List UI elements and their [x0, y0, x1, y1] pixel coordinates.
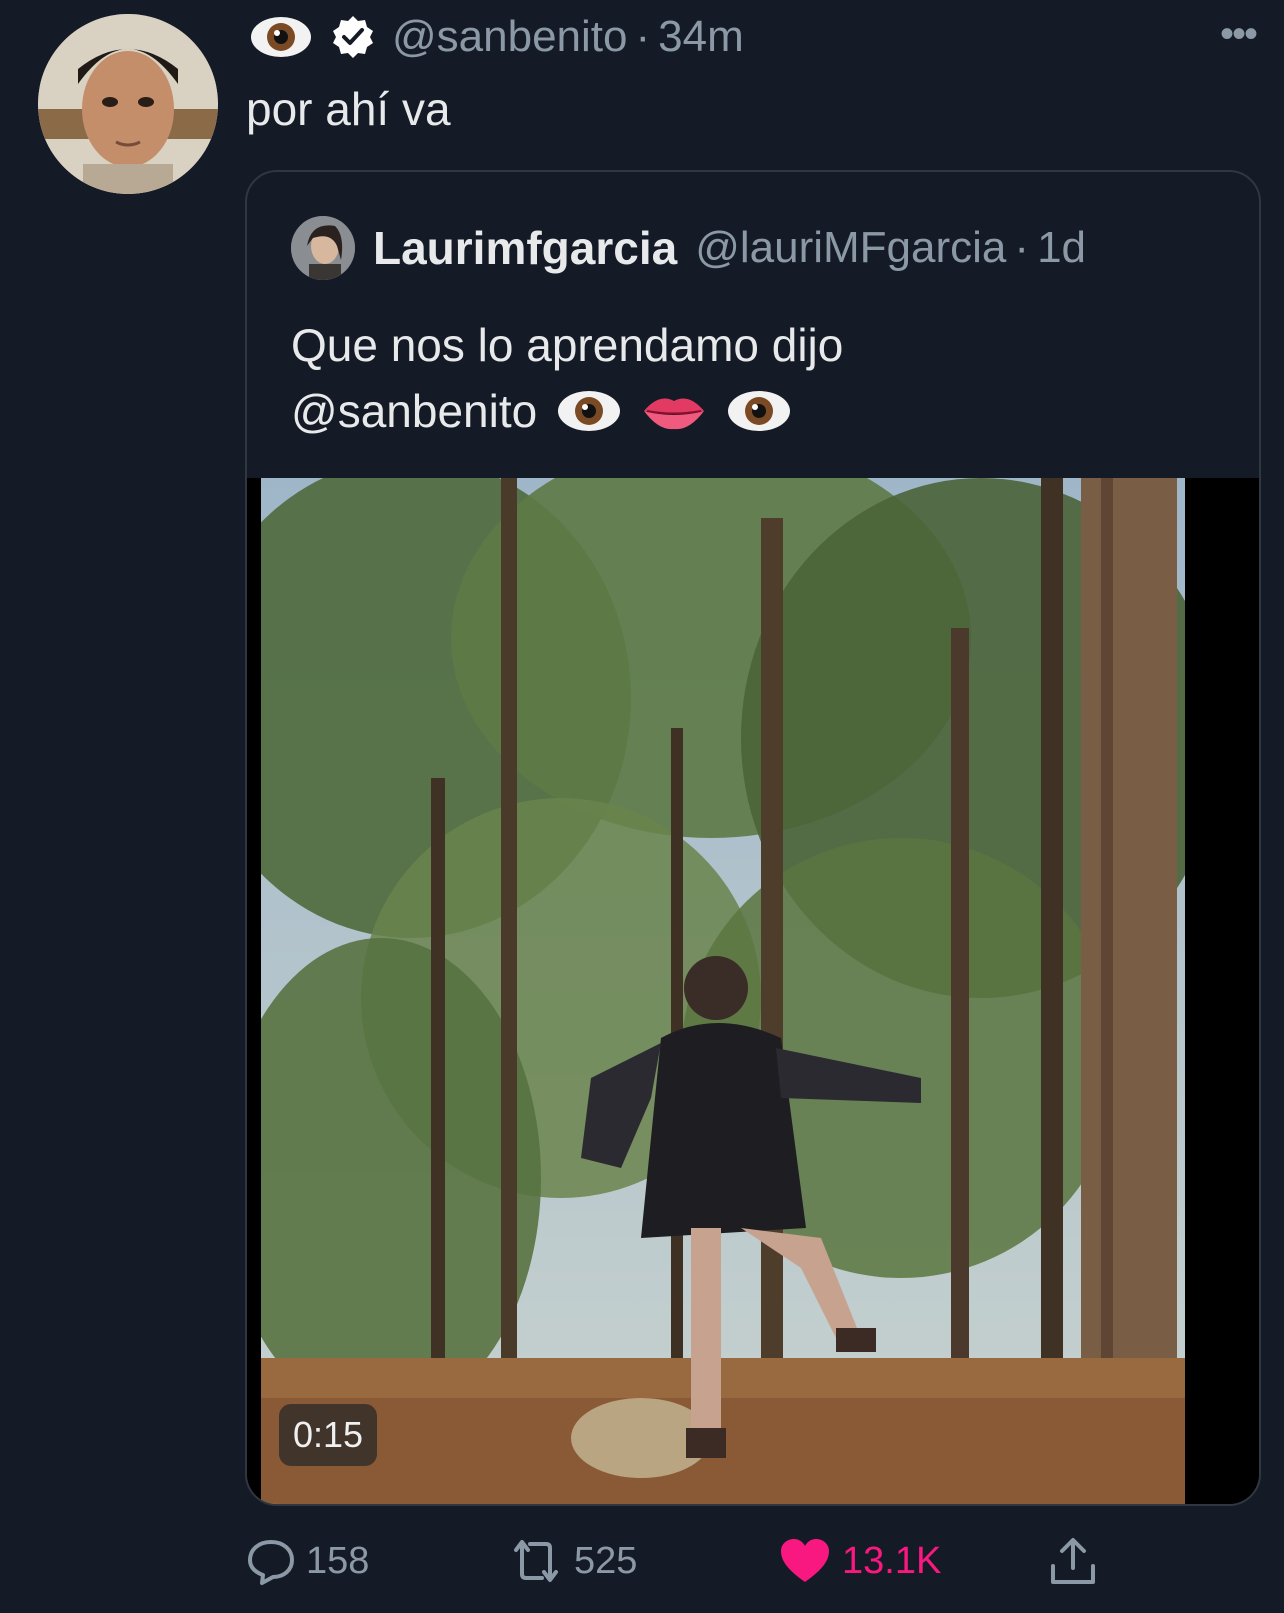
tweet-time[interactable]: 34m: [658, 12, 744, 62]
share-button[interactable]: [1048, 1536, 1108, 1588]
tweet-text: por ahí va: [246, 83, 451, 135]
quoted-avatar[interactable]: [291, 216, 355, 280]
quoted-header: Laurimfgarcia @lauriMFgarcia · 1d: [291, 216, 1086, 280]
eye-emoji-icon: [250, 15, 312, 59]
video-thumbnail: [261, 478, 1185, 1504]
reply-count: 158: [306, 1539, 370, 1582]
tweet-header: @sanbenito · 34m: [250, 12, 744, 62]
reply-icon: [248, 1540, 294, 1585]
reply-button[interactable]: 158: [246, 1536, 369, 1586]
share-icon: [1051, 1538, 1095, 1584]
quoted-mention[interactable]: @sanbenito: [291, 385, 537, 437]
quoted-tweet[interactable]: Laurimfgarcia @lauriMFgarcia · 1d Que no…: [245, 170, 1261, 1506]
quoted-name[interactable]: Laurimfgarcia: [373, 221, 677, 275]
action-bar: 158 525 13.1K: [246, 1536, 1116, 1592]
retweet-button[interactable]: 525: [508, 1536, 637, 1586]
like-count: 13.1K: [842, 1539, 942, 1582]
quoted-handle[interactable]: @lauriMFgarcia: [695, 223, 1006, 273]
verified-badge-icon: [330, 14, 376, 60]
avatar[interactable]: [38, 14, 218, 194]
video-player[interactable]: 0:15: [247, 478, 1259, 1504]
like-button[interactable]: 13.1K: [778, 1536, 941, 1586]
lips-emoji-icon: [641, 389, 707, 433]
heart-icon: [781, 1539, 829, 1582]
quoted-text: Que nos lo aprendamo dijo @sanbenito: [291, 312, 1221, 444]
tweet-handle[interactable]: @sanbenito: [392, 12, 628, 62]
more-icon[interactable]: •••: [1220, 14, 1258, 54]
quoted-time[interactable]: 1d: [1037, 223, 1086, 273]
tweet[interactable]: @sanbenito · 34m ••• por ahí va Laurimfg…: [0, 0, 1284, 1613]
video-duration: 0:15: [279, 1404, 378, 1466]
eye-emoji-icon: [556, 389, 622, 433]
quoted-text-line2-wrap: @sanbenito: [291, 378, 1221, 444]
retweet-icon: [514, 1540, 558, 1582]
avatar-photo: [38, 14, 218, 194]
quoted-text-line1: Que nos lo aprendamo dijo: [291, 319, 844, 371]
header-separator: ·: [635, 12, 651, 61]
eye-emoji-icon: [726, 389, 792, 433]
retweet-count: 525: [574, 1539, 638, 1582]
quoted-separator: ·: [1014, 223, 1030, 272]
